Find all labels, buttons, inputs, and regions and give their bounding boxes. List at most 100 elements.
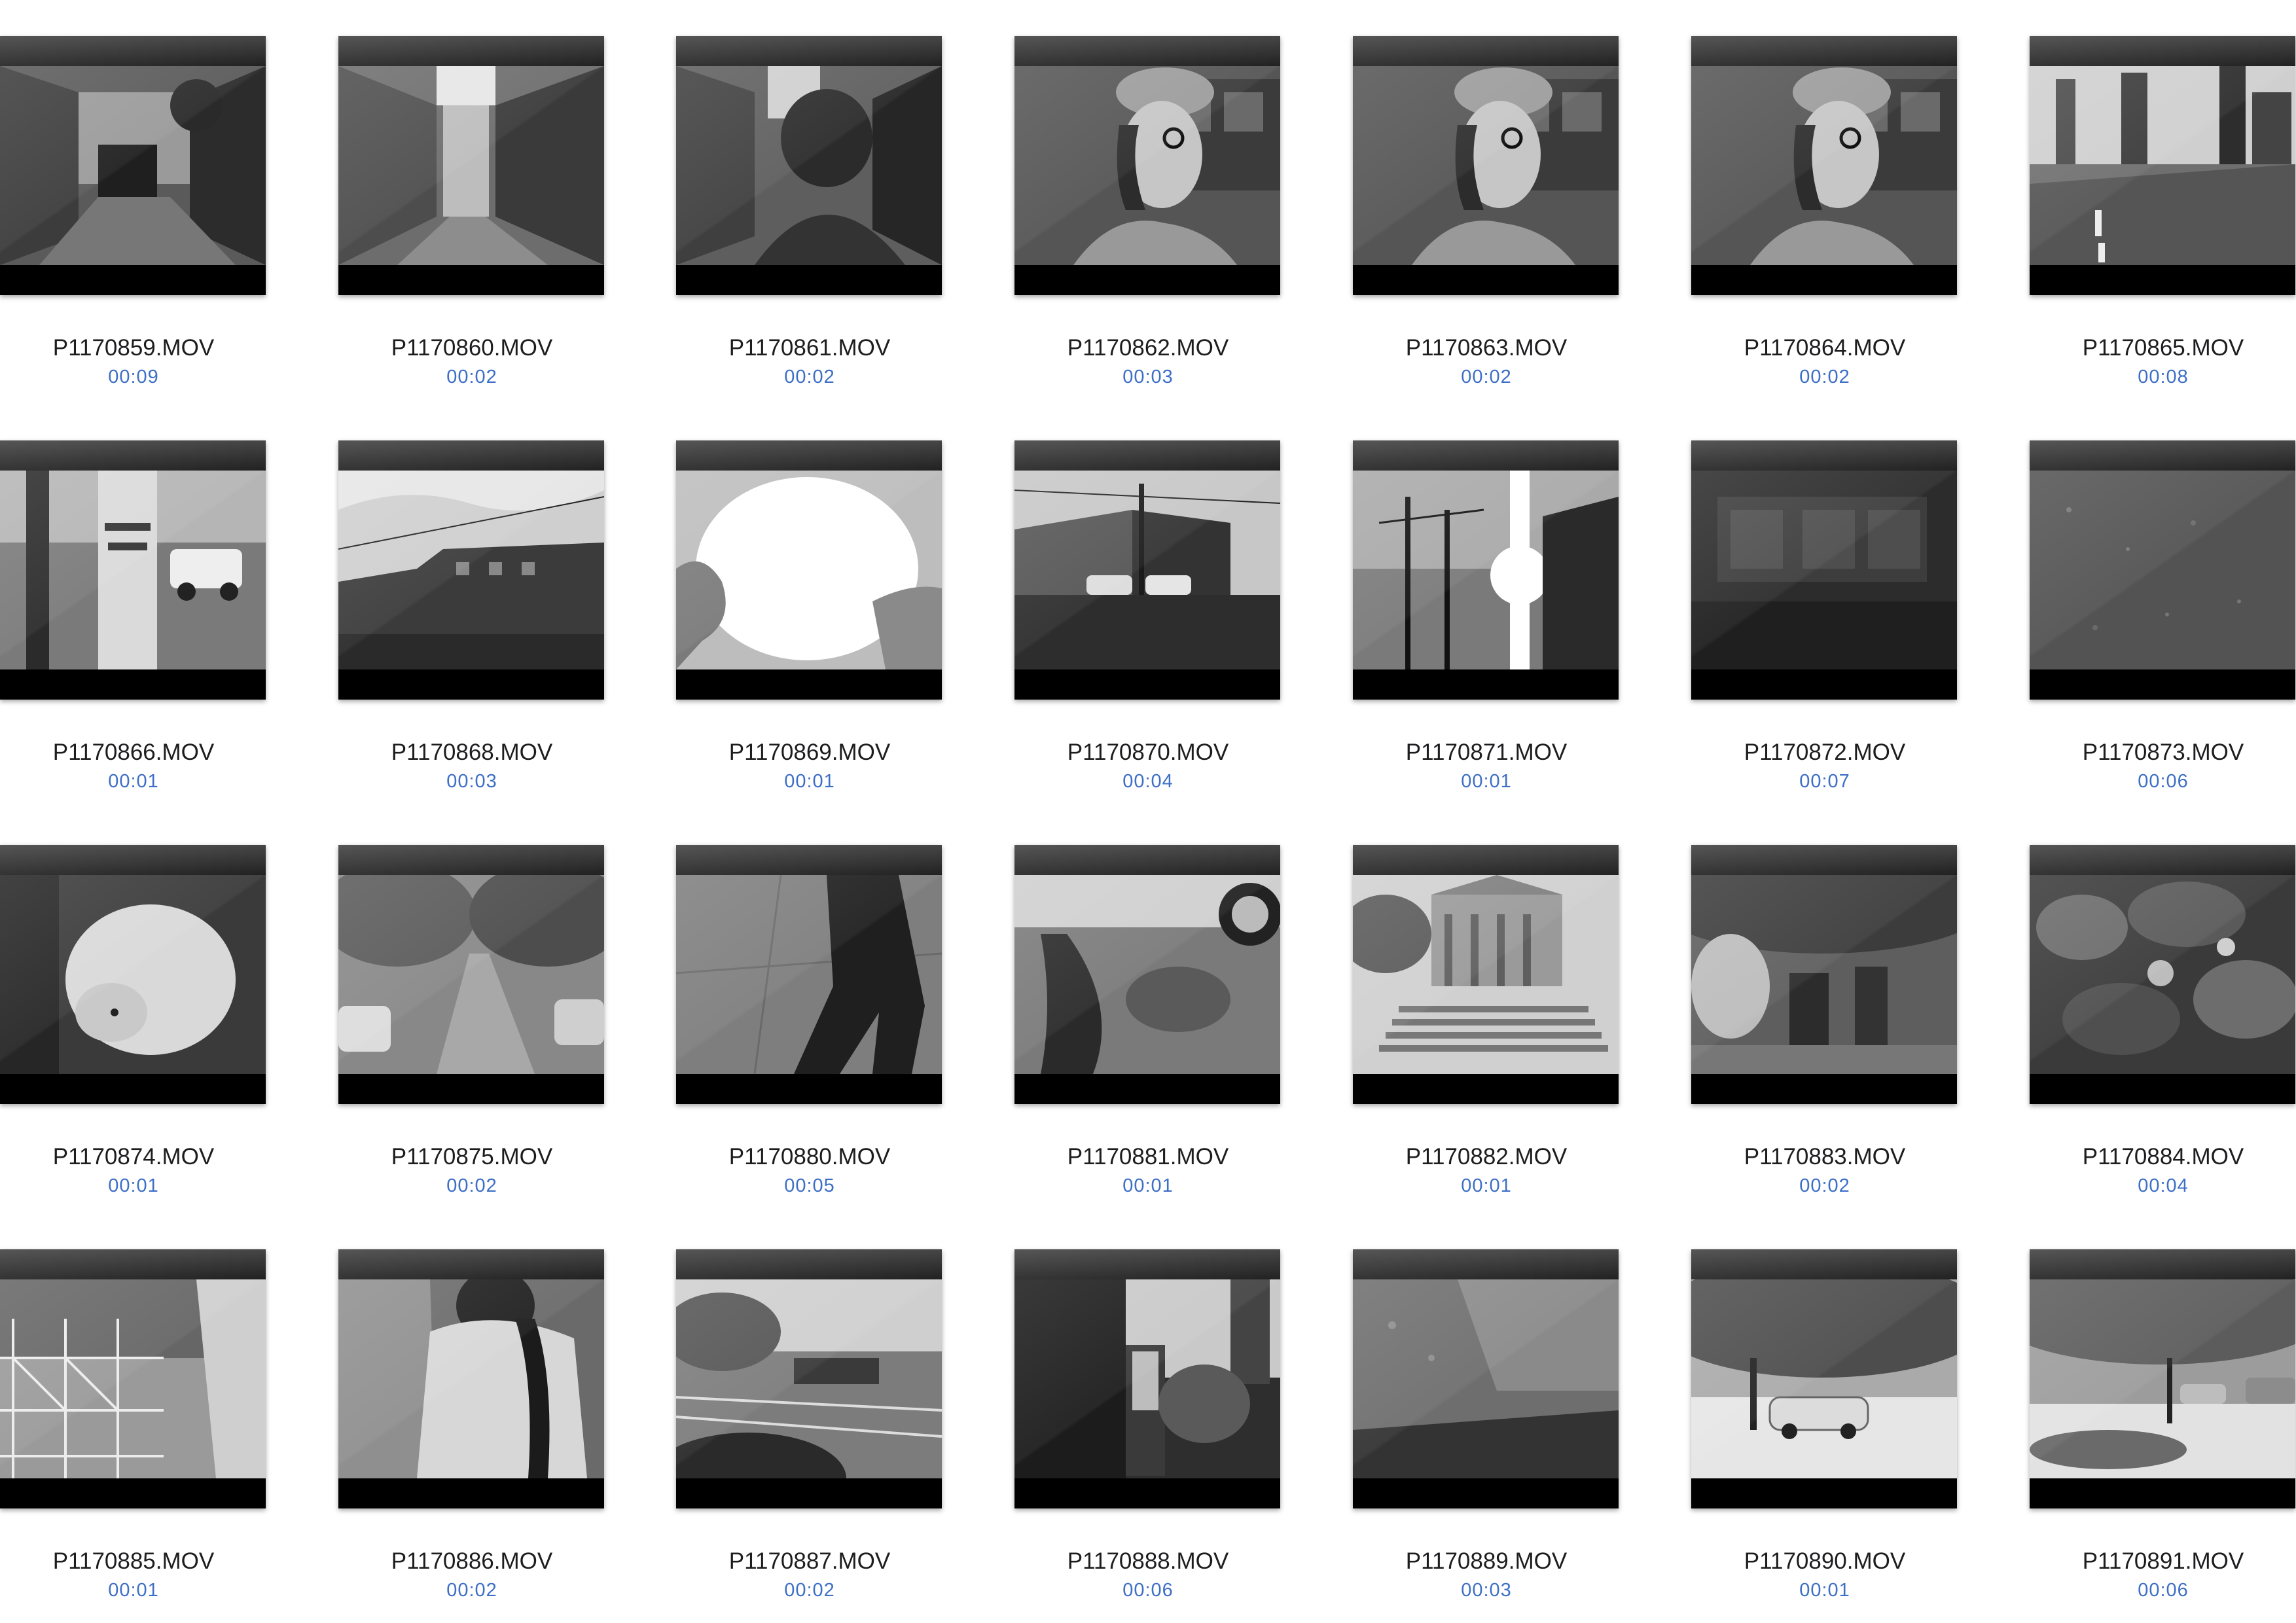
clip-filename: P1170864.MOV [1744,335,1906,361]
clip-item[interactable]: P1170859.MOV 00:09 [0,0,267,393]
clip-item[interactable]: P1170869.MOV 00:01 [676,404,943,797]
thumbnail-frame-image [1014,875,1280,1074]
clip-thumbnail[interactable] [1353,1249,1619,1508]
clip-thumbnail[interactable] [0,845,266,1104]
clip-thumbnail[interactable] [338,845,604,1104]
thumbnail-top-bar [2030,845,2295,875]
clip-item[interactable]: P1170860.MOV 00:02 [338,0,605,393]
clip-thumbnail[interactable] [338,36,604,295]
clip-duration: 00:02 [784,1580,835,1601]
clip-thumbnail[interactable] [0,1249,266,1508]
thumbnail-bottom-bar [1691,1074,1957,1104]
clip-thumbnail[interactable] [1691,440,1957,700]
clip-thumbnail[interactable] [338,440,604,700]
clip-duration: 00:03 [446,771,497,792]
clip-thumbnail[interactable] [338,1249,604,1508]
clip-filename: P1170869.MOV [728,740,891,765]
clip-duration: 00:01 [1461,771,1512,792]
clip-filename: P1170891.MOV [2082,1548,2244,1574]
clip-item[interactable]: P1170872.MOV 00:07 [1691,404,1958,797]
clip-thumbnail[interactable] [1014,440,1280,700]
clip-item[interactable]: P1170886.MOV 00:02 [338,1213,605,1606]
clip-item[interactable]: P1170890.MOV 00:01 [1691,1213,1958,1606]
clip-thumbnail[interactable] [1014,845,1280,1104]
clip-filename: P1170872.MOV [1744,740,1906,765]
thumbnail-top-bar [676,440,942,471]
clip-thumbnail[interactable] [1353,36,1619,295]
thumbnail-frame-image [1353,471,1619,669]
thumbnail-frame-image [2030,471,2295,669]
clip-thumbnail[interactable] [1691,845,1957,1104]
clip-filename: P1170860.MOV [391,335,553,361]
clip-item[interactable]: P1170861.MOV 00:02 [676,0,943,393]
clip-filename: P1170874.MOV [52,1144,215,1169]
clip-thumbnail[interactable] [1691,36,1957,295]
thumbnail-frame-image [0,66,266,265]
clip-item[interactable]: P1170882.MOV 00:01 [1353,809,1620,1202]
thumbnail-top-bar [1691,36,1957,66]
clip-duration: 00:01 [108,1580,159,1601]
clip-thumbnail[interactable] [2030,440,2295,700]
clip-thumbnail[interactable] [0,36,266,295]
thumbnail-top-bar [1014,36,1280,66]
thumbnail-bottom-bar [0,265,266,295]
thumbnail-frame-image [1691,875,1957,1074]
clip-duration: 00:02 [446,366,497,387]
thumbnail-top-bar [338,845,604,875]
clip-item[interactable]: P1170875.MOV 00:02 [338,809,605,1202]
clip-item[interactable]: P1170871.MOV 00:01 [1353,404,1620,797]
clip-item[interactable]: P1170873.MOV 00:06 [2030,404,2296,797]
clip-thumbnail[interactable] [1353,845,1619,1104]
clip-item[interactable]: P1170880.MOV 00:05 [676,809,943,1202]
clip-duration: 00:01 [1461,1175,1512,1196]
thumbnail-top-bar [2030,1249,2295,1279]
clip-item[interactable]: P1170881.MOV 00:01 [1014,809,1282,1202]
clip-item[interactable]: P1170868.MOV 00:03 [338,404,605,797]
thumbnail-top-bar [1353,36,1619,66]
thumbnail-top-bar [676,36,942,66]
clip-filename: P1170862.MOV [1067,335,1229,361]
clip-item[interactable]: P1170866.MOV 00:01 [0,404,267,797]
clip-thumbnail[interactable] [2030,1249,2295,1508]
clip-item[interactable]: P1170862.MOV 00:03 [1014,0,1282,393]
thumbnail-top-bar [338,36,604,66]
clip-thumbnail[interactable] [2030,845,2295,1104]
clip-duration: 00:06 [2138,771,2189,792]
clip-item[interactable]: P1170884.MOV 00:04 [2030,809,2296,1202]
thumbnail-top-bar [1691,1249,1957,1279]
clip-item[interactable]: P1170864.MOV 00:02 [1691,0,1958,393]
thumbnail-top-bar [338,440,604,471]
clip-thumbnail[interactable] [676,845,942,1104]
clip-thumbnail[interactable] [1014,1249,1280,1508]
clip-duration: 00:02 [1461,366,1512,387]
thumbnail-top-bar [1691,440,1957,471]
thumbnail-frame-image [1014,1279,1280,1478]
clip-thumbnail[interactable] [0,440,266,700]
clip-thumbnail[interactable] [2030,36,2295,295]
clip-thumbnail[interactable] [676,440,942,700]
clip-item[interactable]: P1170870.MOV 00:04 [1014,404,1282,797]
clip-thumbnail[interactable] [676,1249,942,1508]
clip-item[interactable]: P1170889.MOV 00:03 [1353,1213,1620,1606]
clip-thumbnail[interactable] [1014,36,1280,295]
clip-thumbnail[interactable] [1353,440,1619,700]
clip-item[interactable]: P1170887.MOV 00:02 [676,1213,943,1606]
clip-duration: 00:03 [1122,366,1174,387]
clip-item[interactable]: P1170874.MOV 00:01 [0,809,267,1202]
clip-thumbnail[interactable] [676,36,942,295]
clip-filename: P1170888.MOV [1067,1548,1229,1574]
clip-item[interactable]: P1170883.MOV 00:02 [1691,809,1958,1202]
thumbnail-bottom-bar [2030,669,2295,700]
clip-item[interactable]: P1170888.MOV 00:06 [1014,1213,1282,1606]
clip-filename: P1170880.MOV [728,1144,891,1169]
thumbnail-frame-image [1353,875,1619,1074]
thumbnail-bottom-bar [676,669,942,700]
clip-filename: P1170883.MOV [1744,1144,1906,1169]
clip-item[interactable]: P1170865.MOV 00:08 [2030,0,2296,393]
clip-item[interactable]: P1170891.MOV 00:06 [2030,1213,2296,1606]
thumbnail-bottom-bar [1353,1074,1619,1104]
clip-item[interactable]: P1170863.MOV 00:02 [1353,0,1620,393]
clip-duration: 00:01 [1122,1175,1174,1196]
clip-thumbnail[interactable] [1691,1249,1957,1508]
clip-item[interactable]: P1170885.MOV 00:01 [0,1213,267,1606]
